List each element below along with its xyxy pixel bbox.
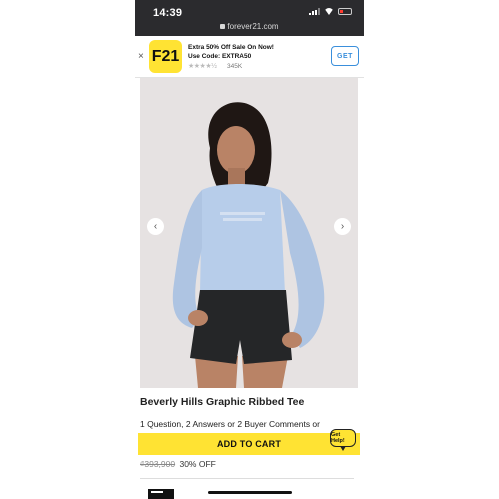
- battery-icon: [338, 8, 352, 15]
- address-bar[interactable]: forever21.com: [135, 22, 364, 31]
- wifi-icon: [324, 8, 334, 15]
- promo-headline: Extra 50% Off Sale On Now!: [188, 44, 274, 51]
- signal-icon: [309, 8, 320, 15]
- next-image-button[interactable]: ›: [334, 218, 351, 235]
- phone-screen: 14:39 forever21.com × F21 Extra 50% Off …: [135, 0, 364, 499]
- product-image[interactable]: ‹ ›: [140, 78, 358, 388]
- lock-icon: [220, 24, 226, 29]
- add-to-cart-button[interactable]: ADD TO CART: [138, 433, 360, 455]
- f21-logo: F21: [149, 40, 182, 73]
- promo-code: Use Code: EXTRA50: [188, 53, 252, 60]
- rating-count: 345K: [227, 63, 243, 70]
- rating-stars: ★★★★½: [188, 63, 217, 70]
- close-icon[interactable]: ×: [138, 51, 144, 62]
- status-time: 14:39: [153, 7, 183, 19]
- discount-badge: 30% OFF: [179, 459, 216, 469]
- get-help-button[interactable]: Get Help!: [330, 429, 356, 451]
- status-bar: 14:39 forever21.com: [135, 0, 364, 36]
- status-icons: [309, 8, 352, 15]
- thumbnail-image: [148, 489, 174, 499]
- price-row: ₫393,900 30% OFF: [140, 459, 216, 469]
- prev-image-button[interactable]: ‹: [147, 218, 164, 235]
- original-price: ₫393,900: [140, 459, 176, 469]
- product-title: Beverly Hills Graphic Ribbed Tee: [140, 396, 305, 408]
- app-promo-banner: × F21 Extra 50% Off Sale On Now! Use Cod…: [135, 36, 364, 78]
- divider: [140, 478, 354, 479]
- get-app-button[interactable]: GET: [331, 46, 359, 66]
- model-illustration: [140, 78, 358, 388]
- questions-answers-link[interactable]: 1 Question, 2 Answers or 2 Buyer Comment…: [140, 419, 320, 429]
- url-text: forever21.com: [227, 22, 279, 31]
- home-indicator[interactable]: [208, 491, 292, 494]
